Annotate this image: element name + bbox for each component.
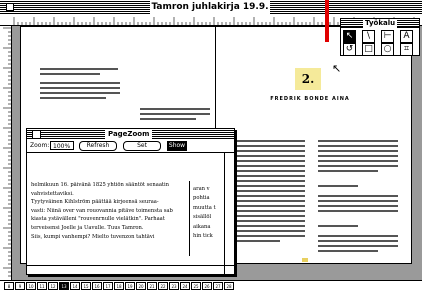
page-footer-marker: [302, 258, 308, 262]
toolbox-palette[interactable]: Työkalu ↖ \ ⊢ A ↺ □ ○ ⌗: [340, 18, 420, 56]
text-line: Siis, kumpi vanhempi? Mielto tuvenzon ta…: [31, 233, 155, 240]
refresh-button[interactable]: Refresh: [79, 141, 117, 151]
show-button[interactable]: Show: [167, 141, 187, 151]
toolbox-title-bar[interactable]: Työkalu: [341, 19, 419, 28]
close-box[interactable]: [6, 3, 14, 11]
set-button[interactable]: Set: [123, 141, 161, 151]
text-line: Tyytyväinen Kihlström päättää kirjeensä …: [31, 199, 159, 206]
text-tool[interactable]: A: [400, 30, 413, 43]
right-page-column-left[interactable]: [230, 140, 305, 250]
page-icon-14[interactable]: 14: [70, 282, 80, 290]
page-icon-27[interactable]: 27: [213, 282, 223, 290]
vertical-scrollbar[interactable]: [224, 153, 234, 265]
page-icon-13[interactable]: 13: [59, 282, 69, 290]
page-icon-20[interactable]: 20: [136, 282, 146, 290]
zoomed-text-column[interactable]: helmikuun 16. päivänä 1825 yhtiön sääntö…: [31, 181, 191, 241]
text-line: aran v: [193, 186, 210, 192]
page-icon-10[interactable]: 10: [26, 282, 36, 290]
text-line: terveisensi Joelle ja Uavulle. Tuus Tamr…: [31, 224, 144, 231]
text-line: pohtia: [193, 195, 210, 202]
page-icon-8[interactable]: 8: [4, 282, 14, 290]
ellipse-tool[interactable]: ○: [381, 43, 394, 56]
column-divider: [189, 181, 190, 256]
page-icon-12[interactable]: 12: [48, 282, 58, 290]
page-icon-18[interactable]: 18: [114, 282, 124, 290]
page-icon-11[interactable]: 11: [37, 282, 47, 290]
page-navigation-bar: 8 9 10 11 12 13 14 15 16 17 18 19 20 21 22 23 24 25 26 27 28: [0, 280, 422, 291]
annotation-marker: [325, 0, 329, 42]
page-icon-25[interactable]: 25: [191, 282, 201, 290]
line-tool[interactable]: \: [362, 30, 375, 43]
rectangle-tool[interactable]: □: [362, 43, 375, 56]
orthogonal-line-tool[interactable]: ⊢: [381, 30, 394, 43]
left-page-text-block-2[interactable]: [140, 108, 210, 128]
pagezoom-title: PageZoom: [105, 129, 153, 139]
rotate-tool[interactable]: ↺: [343, 43, 356, 56]
right-page-column-right[interactable]: [318, 140, 398, 255]
toolbox-title: Työkalu: [363, 19, 398, 28]
chapter-heading: FREDRIK BONDE AINA: [270, 96, 350, 102]
resize-handle[interactable]: [224, 265, 234, 274]
text-line: hin tick: [193, 233, 213, 240]
window-title: Tamron juhlakirja 19.9.: [150, 0, 270, 14]
text-line: muutta t: [193, 204, 216, 211]
page-icon-24[interactable]: 24: [180, 282, 190, 290]
page-icon-19[interactable]: 19: [125, 282, 135, 290]
horizontal-scrollbar[interactable]: [27, 265, 224, 274]
text-line: helmikuun 16. päivänä 1825 yhtiön sääntö…: [31, 182, 169, 188]
pagezoom-close-box[interactable]: [32, 130, 41, 139]
text-line: kiasta ystävälleni "rouvenrnulle vielätk…: [31, 216, 165, 223]
mouse-pointer-icon: ↖: [332, 62, 342, 75]
zoomed-text-right-column[interactable]: aran v pohtia muutta t sisällöl aikana hin ti…: [193, 185, 223, 241]
page-icon-21[interactable]: 21: [147, 282, 157, 290]
page-icon-15[interactable]: 15: [81, 282, 91, 290]
page-icon-28[interactable]: 28: [224, 282, 234, 290]
pagezoom-toolbar: Zoom: 100% Refresh Set Show: [27, 139, 234, 153]
page-icon-9[interactable]: 9: [15, 282, 25, 290]
zoom-label: Zoom:: [30, 142, 50, 149]
text-line: aikana: [193, 223, 211, 230]
pagezoom-title-bar[interactable]: PageZoom: [27, 129, 234, 139]
page-number: 2.: [295, 68, 321, 90]
arrow-tool[interactable]: ↖: [343, 30, 356, 43]
text-line: sisällöl: [193, 214, 212, 221]
pagezoom-window[interactable]: PageZoom Zoom: 100% Refresh Set Show hel…: [26, 128, 235, 275]
left-page-text-block[interactable]: [40, 68, 120, 100]
page-icon-23[interactable]: 23: [169, 282, 179, 290]
window-title-bar[interactable]: Tamron juhlakirja 19.9.: [0, 0, 422, 14]
zoom-value-field[interactable]: 100%: [50, 141, 74, 150]
crop-tool[interactable]: ⌗: [400, 43, 413, 56]
text-line: vasti: Niinä over van rouovannia pitäve …: [31, 207, 173, 214]
text-line: vahvistettaviksi.: [31, 190, 74, 197]
page-icon-22[interactable]: 22: [158, 282, 168, 290]
page-icon-17[interactable]: 17: [103, 282, 113, 290]
vertical-ruler: [0, 26, 12, 280]
page-icon-16[interactable]: 16: [92, 282, 102, 290]
page-icon-26[interactable]: 26: [202, 282, 212, 290]
